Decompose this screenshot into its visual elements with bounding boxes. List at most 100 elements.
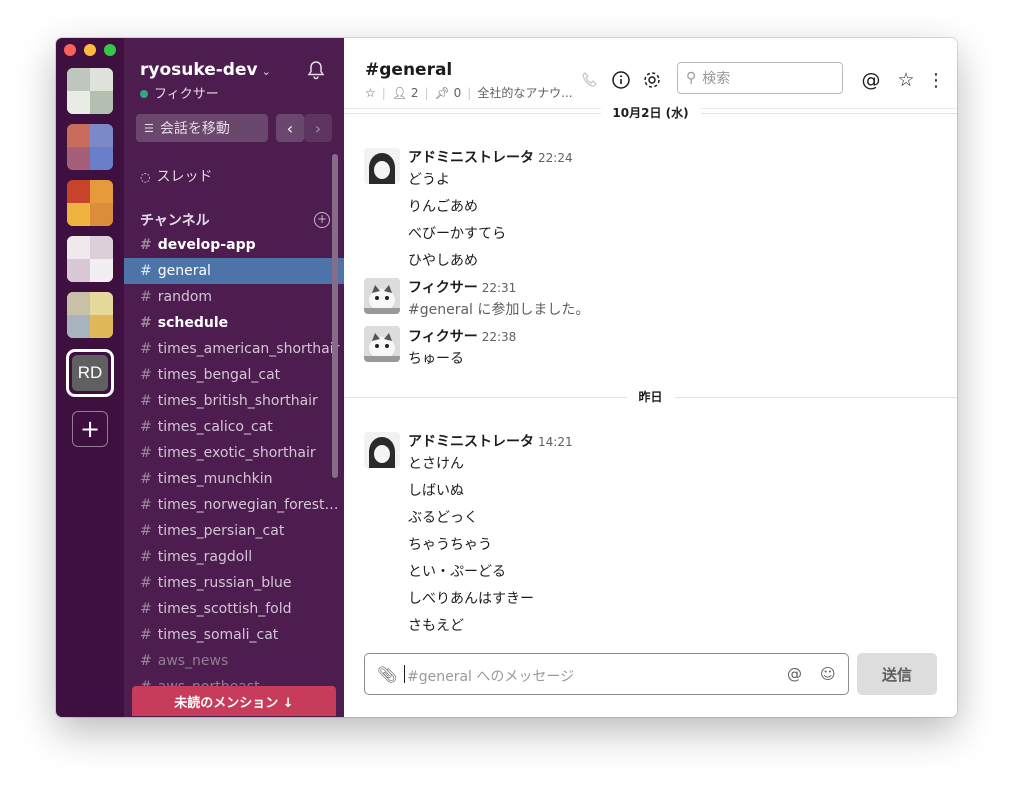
- sidebar-channel-times_calico_cat[interactable]: # times_calico_cat: [124, 414, 344, 440]
- channel-name: general: [157, 263, 211, 279]
- jump-icon: ☰: [144, 121, 154, 135]
- message-text: りんごあめ: [408, 199, 478, 215]
- channel-name: times_munchkin: [157, 471, 273, 487]
- channel-name: times_norwegian_forest_…: [157, 497, 344, 513]
- bell-icon: [307, 61, 325, 80]
- threads-link[interactable]: ◌ スレッド: [140, 166, 212, 186]
- message-sender[interactable]: アドミニストレータ 22:24: [408, 147, 573, 167]
- channel-sidebar: ryosuke-dev ⌄ フィクサー ☰ 会話を移動 ‹ › ◌ スレッド チャン…: [124, 38, 344, 717]
- minimize-window-button[interactable]: [84, 44, 96, 56]
- message-sender[interactable]: フィクサー 22:31: [408, 277, 516, 297]
- sidebar-channel-random[interactable]: # random: [124, 284, 344, 310]
- sidebar-channel-times_persian_cat[interactable]: # times_persian_cat: [124, 518, 344, 544]
- workspace-icon-2[interactable]: [67, 124, 113, 170]
- jump-to-conversation-button[interactable]: ☰ 会話を移動: [136, 114, 268, 142]
- member-count[interactable]: 2: [411, 86, 419, 100]
- channels-section-title[interactable]: チャンネル: [140, 210, 210, 230]
- sidebar-channel-times_ragdoll[interactable]: # times_ragdoll: [124, 544, 344, 570]
- members-icon[interactable]: 👤︎: [392, 86, 407, 100]
- sidebar-channel-times_scottish_fold[interactable]: # times_scottish_fold: [124, 596, 344, 622]
- sidebar-channel-developapp[interactable]: # develop-app: [124, 232, 344, 258]
- sidebar-scrollbar[interactable]: [332, 154, 338, 478]
- workspace-icon-5[interactable]: [67, 292, 113, 338]
- message-time[interactable]: 22:31: [482, 281, 517, 295]
- channel-title[interactable]: #general: [365, 60, 452, 80]
- search-input[interactable]: ⚲ 検索: [677, 62, 843, 94]
- avatar[interactable]: [364, 432, 400, 468]
- sender-name[interactable]: アドミニストレータ: [408, 150, 534, 166]
- workspace-icon-1[interactable]: [67, 68, 113, 114]
- send-button[interactable]: 送信: [857, 653, 937, 695]
- pin-icon[interactable]: 📌︎: [435, 86, 450, 100]
- workspace-name: ryosuke-dev: [140, 60, 258, 80]
- current-user[interactable]: フィクサー: [140, 83, 219, 102]
- hash-icon: #: [140, 289, 152, 305]
- sidebar-channel-aws_news[interactable]: # aws_news: [124, 648, 344, 674]
- mentions-button[interactable]: @: [860, 69, 882, 91]
- sidebar-channel-times_exotic_shorthair[interactable]: # times_exotic_shorthair: [124, 440, 344, 466]
- message-input[interactable]: 📎︎ #general へのメッセージ @ ☺: [364, 653, 849, 695]
- history-back-button[interactable]: ‹: [276, 114, 304, 142]
- message-text: ちゃうちゃう: [408, 537, 492, 553]
- message-text: とさけん: [408, 456, 464, 472]
- mention-icon[interactable]: @: [787, 665, 802, 683]
- hash-icon: #: [140, 471, 152, 487]
- message-time[interactable]: 22:24: [538, 151, 573, 165]
- pin-count[interactable]: 0: [454, 86, 462, 100]
- zoom-window-button[interactable]: [104, 44, 116, 56]
- star-outline-icon[interactable]: ☆: [365, 86, 376, 100]
- day-divider: 10月2日 (水): [344, 104, 957, 124]
- star-icon: ☆: [897, 69, 915, 91]
- add-channel-icon[interactable]: +: [314, 212, 330, 228]
- starred-button[interactable]: ☆: [895, 69, 917, 91]
- workspace-name-button[interactable]: ryosuke-dev ⌄: [140, 60, 271, 80]
- add-workspace-button[interactable]: +: [72, 411, 108, 447]
- channel-name: random: [157, 289, 213, 305]
- channel-topic[interactable]: 全社的なアナウ...: [477, 84, 572, 101]
- message-sender[interactable]: フィクサー 22:38: [408, 326, 516, 346]
- workspace-rd[interactable]: RD: [66, 349, 114, 397]
- history-forward-button[interactable]: ›: [304, 114, 332, 142]
- notifications-button[interactable]: [305, 59, 327, 81]
- sender-name[interactable]: フィクサー: [408, 329, 478, 345]
- close-window-button[interactable]: [64, 44, 76, 56]
- workspace-icon-3[interactable]: [67, 180, 113, 226]
- message-sender[interactable]: アドミニストレータ 14:21: [408, 431, 573, 451]
- hash-icon: #: [140, 497, 152, 513]
- sender-name[interactable]: フィクサー: [408, 280, 478, 296]
- workspace-icon-4[interactable]: [67, 236, 113, 282]
- unread-mentions-button[interactable]: 未読のメンション ↓: [132, 686, 336, 716]
- channel-name: times_somali_cat: [157, 627, 279, 643]
- more-button[interactable]: ⋮: [925, 69, 947, 91]
- channel-details-button[interactable]: [610, 69, 632, 91]
- info-icon: [612, 71, 630, 89]
- sidebar-channel-times_somali_cat[interactable]: # times_somali_cat: [124, 622, 344, 648]
- avatar[interactable]: [364, 278, 400, 314]
- hash-icon: #: [140, 601, 152, 617]
- sidebar-channel-times_british_shorthair[interactable]: # times_british_shorthair: [124, 388, 344, 414]
- sidebar-channel-times_american_shorthair[interactable]: # times_american_shorthair: [124, 336, 344, 362]
- channel-settings-button[interactable]: [641, 69, 663, 91]
- hash-icon: #: [140, 523, 152, 539]
- sidebar-channel-schedule[interactable]: # schedule: [124, 310, 344, 336]
- sender-name[interactable]: アドミニストレータ: [408, 434, 534, 450]
- thread-icon: ◌: [140, 170, 151, 184]
- sidebar-channel-times_russian_blue[interactable]: # times_russian_blue: [124, 570, 344, 596]
- attach-file-icon[interactable]: 📎︎: [377, 665, 397, 684]
- message-time[interactable]: 14:21: [538, 435, 573, 449]
- sidebar-channel-times_munchkin[interactable]: # times_munchkin: [124, 466, 344, 492]
- hash-icon: #: [140, 367, 152, 383]
- hash-icon: #: [140, 653, 152, 669]
- sidebar-channel-general[interactable]: # general: [124, 258, 344, 284]
- avatar[interactable]: [364, 326, 400, 362]
- message-time[interactable]: 22:38: [482, 330, 517, 344]
- window-controls: [64, 44, 116, 56]
- avatar[interactable]: [364, 148, 400, 184]
- sidebar-channel-times_norwegian_forest_[interactable]: # times_norwegian_forest_…: [124, 492, 344, 518]
- channel-name: times_american_shorthair: [157, 341, 340, 357]
- phone-icon: [582, 72, 597, 87]
- slack-window: RD + ryosuke-dev ⌄ フィクサー ☰ 会話を移動 ‹ › ◌ ス…: [56, 38, 957, 717]
- call-button[interactable]: [579, 69, 601, 91]
- emoji-icon[interactable]: ☺: [820, 665, 836, 683]
- sidebar-channel-times_bengal_cat[interactable]: # times_bengal_cat: [124, 362, 344, 388]
